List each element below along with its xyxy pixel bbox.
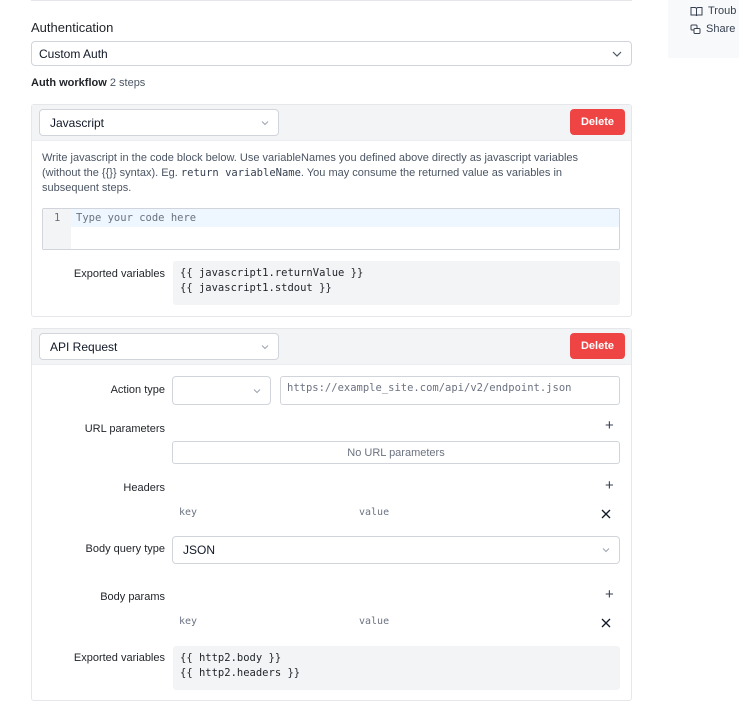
right-side-panel: Troub Share [668,0,739,58]
url-input-placeholder: https://example_site.com/api/v2/endpoint… [287,382,572,394]
url-parameters-empty: No URL parameters [172,441,620,464]
book-icon [690,6,703,16]
body-query-type-value: JSON [183,543,216,557]
share-link[interactable]: Share [690,21,735,37]
chevron-down-icon [253,388,261,393]
action-type-select[interactable] [172,376,271,405]
step1-code-editor[interactable]: 1 Type your code here [42,208,620,250]
step1-description-code: return variableName [180,167,301,179]
troubleshoot-label: Troub [708,5,737,17]
close-icon[interactable] [601,509,611,519]
add-body-param-button[interactable]: + [605,587,614,602]
step-card-api-request: API Request Delete Action type https://e… [31,328,632,701]
add-url-parameter-button[interactable]: + [605,418,614,433]
top-divider [31,0,632,1]
auth-workflow-heading: Auth workflow 2 steps [31,77,145,89]
body-params-label: Body params [100,591,165,603]
body-query-type-select[interactable]: JSON [172,536,620,564]
step1-description: Write javascript in the code block below… [42,151,617,196]
authentication-select-value: Custom Auth [39,46,108,61]
step2-exported-label: Exported variables [73,652,165,664]
authentication-label: Authentication [31,20,114,35]
step1-type-select[interactable]: Javascript [39,109,279,136]
troubleshoot-link[interactable]: Troub [690,3,736,19]
step2-type-select[interactable]: API Request [39,333,279,360]
chevron-down-icon [612,51,622,57]
headers-label: Headers [123,482,165,494]
body-query-type-label: Body query type [85,543,166,555]
chevron-down-icon [261,344,269,349]
editor-line-number: 1 [54,212,61,224]
add-header-button[interactable]: + [605,478,614,493]
action-type-label: Action type [110,384,165,396]
step1-type-value: Javascript [50,115,105,130]
step2-type-value: API Request [50,339,118,354]
url-input[interactable]: https://example_site.com/api/v2/endpoint… [280,376,620,405]
step1-exported-label: Exported variables [73,268,165,280]
chevron-down-icon [261,120,269,125]
step-card-javascript: Javascript Delete Write javascript in th… [31,104,632,317]
auth-workflow-steps: 2 steps [109,77,146,89]
body-key-input[interactable]: key [179,616,197,627]
header-key-input[interactable]: key [179,507,197,518]
step1-exported-values: {{ javascript1.returnValue }} {{ javascr… [173,261,620,305]
share-icon [690,24,701,34]
auth-workflow-label: Auth workflow [31,77,107,89]
authentication-select[interactable]: Custom Auth [31,41,632,66]
step1-delete-button[interactable]: Delete [570,109,625,135]
editor-placeholder: Type your code here [76,212,197,224]
step2-delete-button[interactable]: Delete [570,333,625,359]
share-label: Share [706,23,736,35]
header-value-input[interactable]: value [359,507,389,518]
close-icon[interactable] [601,618,611,628]
body-value-input[interactable]: value [359,616,389,627]
chevron-down-icon [602,548,610,553]
step2-exported-values: {{ http2.body }} {{ http2.headers }} [173,646,620,690]
url-parameters-label: URL parameters [84,423,165,435]
